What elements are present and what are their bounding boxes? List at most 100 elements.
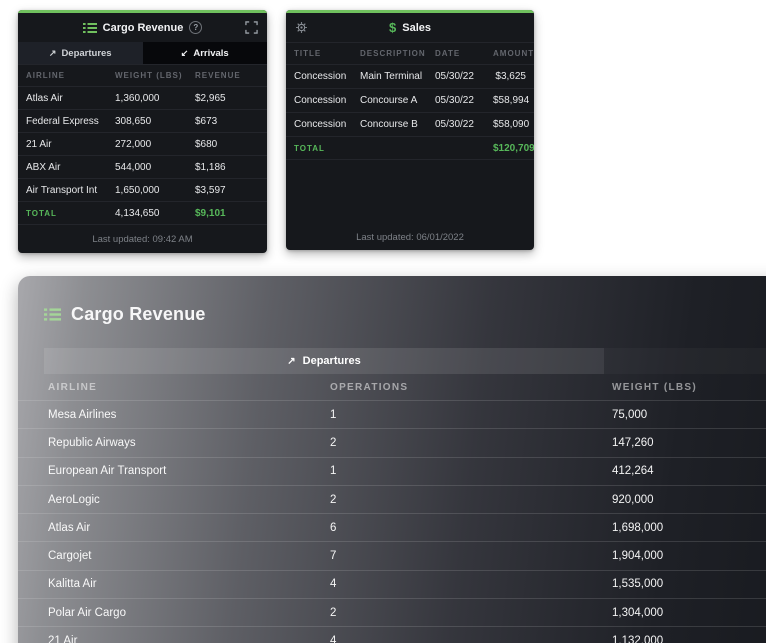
total-weight: 4,134,650 <box>115 207 160 219</box>
cell-date: 05/30/22 <box>435 119 474 130</box>
cell-weight: 1,360,000 <box>115 92 160 104</box>
cell-operations: 2 <box>330 493 337 506</box>
cell-description: Main Terminal <box>360 71 423 82</box>
col-revenue: REVENUE <box>195 71 241 80</box>
tab-arrivals-partial[interactable] <box>604 348 766 374</box>
dollar-icon: $ <box>389 20 397 35</box>
cell-airline: Cargojet <box>48 550 92 563</box>
tab-departures[interactable]: ↗ Departures <box>18 42 143 64</box>
total-row: TOTAL 4,134,650 $9,101 <box>18 201 267 224</box>
cell-operations: 2 <box>330 436 337 449</box>
cell-operations: 4 <box>330 635 337 643</box>
cell-weight: 412,264 <box>612 465 654 478</box>
widget-title: Cargo Revenue <box>71 303 206 324</box>
list-icon <box>82 22 97 33</box>
sales-table-header: TITLE DESCRIPTION DATE AMOUNT <box>286 42 534 64</box>
cell-operations: 2 <box>330 606 337 619</box>
cell-title: Concession <box>294 71 347 82</box>
cell-amount: $58,994 <box>493 95 530 106</box>
cell-weight: 75,000 <box>612 408 648 421</box>
cell-weight: 1,698,000 <box>612 521 664 534</box>
arrival-arrow-icon: ↙ <box>180 47 189 58</box>
table-row: Atlas Air 1,360,000 $2,965 <box>18 86 267 109</box>
cell-airline: ABX Air <box>26 161 61 173</box>
sales-widget: $ Sales TITLE DESCRIPTION DATE AMOUNT Co… <box>286 10 534 250</box>
col-weight: WEIGHT (LBS) <box>115 71 183 80</box>
total-amount: $120,709 <box>493 142 534 154</box>
cell-weight: 272,000 <box>115 138 152 150</box>
cell-weight: 1,650,000 <box>115 184 160 196</box>
table-row: Concession Main Terminal 05/30/22 $3,625 <box>286 64 534 88</box>
departure-arrow-icon: ↗ <box>287 355 296 367</box>
last-updated: Last updated: 06/01/2022 <box>356 232 464 243</box>
table-row: Polar Air Cargo 2 1,304,000 <box>18 598 766 626</box>
col-title: TITLE <box>294 49 322 58</box>
cargo-small-tabs: ↗ Departures ↙ Arrivals <box>18 42 267 64</box>
cell-operations: 1 <box>330 465 337 478</box>
cell-weight: 544,000 <box>115 161 152 173</box>
cell-amount: $3,625 <box>495 71 526 82</box>
cell-weight: 1,904,000 <box>612 550 664 563</box>
cell-date: 05/30/22 <box>435 95 474 106</box>
departure-arrow-icon: ↗ <box>48 47 57 58</box>
cell-weight: 920,000 <box>612 493 654 506</box>
cell-airline: 21 Air <box>26 138 52 150</box>
sales-header: $ Sales <box>286 13 534 42</box>
cargo-revenue-widget-small: Cargo Revenue ? ↗ Departures ↙ Arrivals … <box>18 10 267 253</box>
col-weight: WEIGHT (LBS) <box>612 381 698 393</box>
cell-airline: Kalitta Air <box>48 578 97 591</box>
cell-title: Concession <box>294 119 347 130</box>
table-row: AeroLogic 2 920,000 <box>18 484 766 513</box>
col-date: DATE <box>435 49 461 58</box>
cell-airline: Mesa Airlines <box>48 408 117 421</box>
table-row: ABX Air 544,000 $1,186 <box>18 155 267 178</box>
col-airline: AIRLINE <box>48 381 98 393</box>
cell-operations: 4 <box>330 578 337 591</box>
dashboard-screen: Cargo Revenue ? ↗ Departures ↙ Arrivals … <box>0 0 766 643</box>
cell-weight: 1,304,000 <box>612 606 664 619</box>
table-row: 21 Air 4 1,132,000 <box>18 626 766 643</box>
table-row: Kalitta Air 4 1,535,000 <box>18 569 766 598</box>
col-amount: AMOUNT <box>493 49 534 58</box>
cell-description: Concourse B <box>360 119 418 130</box>
tab-departures[interactable]: ↗ Departures <box>44 348 604 374</box>
cell-airline: Polar Air Cargo <box>48 606 126 619</box>
total-label: TOTAL <box>294 143 325 153</box>
expand-icon[interactable] <box>245 21 258 34</box>
cell-weight: 1,132,000 <box>612 635 664 643</box>
table-row: Cargojet 7 1,904,000 <box>18 541 766 569</box>
total-label: TOTAL <box>26 208 57 218</box>
cargo-large-header: Cargo Revenue <box>18 276 766 326</box>
tab-arrivals[interactable]: ↙ Arrivals <box>142 42 267 64</box>
tab-arrivals-label: Arrivals <box>193 47 229 59</box>
total-row: TOTAL $120,709 <box>286 136 534 160</box>
cell-revenue: $3,597 <box>195 184 226 196</box>
cargo-large-tabs: ↗ Departures <box>44 348 766 374</box>
cargo-revenue-widget-large: Cargo Revenue ↗ Departures AIRLINE OPERA… <box>18 276 766 643</box>
table-row: Federal Express 308,650 $673 <box>18 109 267 132</box>
table-row: Concession Concourse A 05/30/22 $58,994 <box>286 88 534 112</box>
tab-departures-label: Departures <box>302 355 361 367</box>
cell-weight: 308,650 <box>115 115 152 127</box>
table-row: Air Transport Int 1,650,000 $3,597 <box>18 178 267 201</box>
help-icon[interactable]: ? <box>189 21 203 34</box>
cargo-small-header: Cargo Revenue ? <box>18 13 267 42</box>
cargo-large-table-header: AIRLINE OPERATIONS WEIGHT (LBS) <box>18 374 766 400</box>
cell-airline: European Air Transport <box>48 465 167 478</box>
cell-revenue: $2,965 <box>195 92 226 104</box>
cell-title: Concession <box>294 95 347 106</box>
cell-airline: Federal Express <box>26 115 99 127</box>
cell-weight: 1,535,000 <box>612 578 664 591</box>
cell-description: Concourse A <box>360 95 418 106</box>
col-operations: OPERATIONS <box>330 381 409 393</box>
cell-operations: 6 <box>330 521 337 534</box>
table-row: Mesa Airlines 1 75,000 <box>18 400 766 428</box>
col-airline: AIRLINE <box>26 71 65 80</box>
cell-airline: Air Transport Int <box>26 184 98 196</box>
table-row: Atlas Air 6 1,698,000 <box>18 513 766 541</box>
total-revenue: $9,101 <box>195 207 226 219</box>
cell-weight: 147,260 <box>612 436 654 449</box>
col-description: DESCRIPTION <box>360 49 426 58</box>
cell-airline: 21 Air <box>48 635 78 643</box>
cell-airline: AeroLogic <box>48 493 100 506</box>
